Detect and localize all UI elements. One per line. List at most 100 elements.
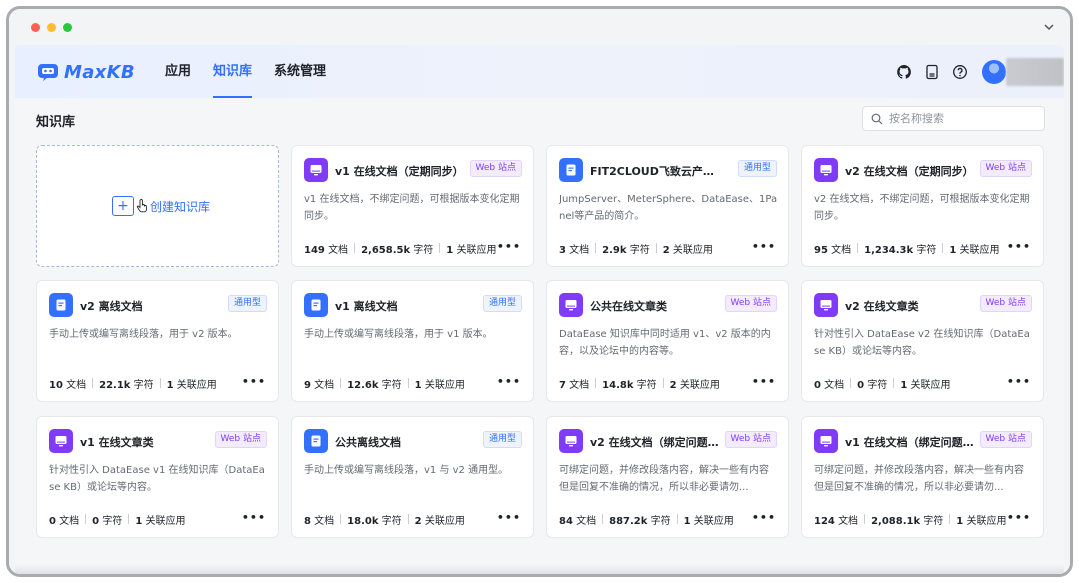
char-count: 887.2k 字符 [609,515,671,527]
knowledge-card-title: v1 在线文章类 [80,436,154,449]
knowledge-card[interactable]: v1 在线文章类 Web 站点 针对性引入 DataEase v1 在线知识库（… [36,416,279,538]
maximize-window-button[interactable] [63,23,72,32]
knowledge-card[interactable]: 公共在线文章类 Web 站点 DataEase 知识库中同时适用 v1、v2 版… [546,280,789,402]
help-icon[interactable] [952,64,968,80]
search-input[interactable] [889,112,1039,125]
brand-name: MaxKB [64,61,135,83]
nav-item-system[interactable]: 系统管理 [274,45,326,98]
robot-logo-icon [38,64,58,81]
knowledge-card-title: v2 离线文档 [80,300,143,313]
knowledge-type-badge: Web 站点 [979,160,1032,177]
document-icon[interactable] [924,64,940,80]
knowledge-card[interactable]: v2 在线文档（定期同步） Web 站点 v2 在线文档，不绑定问题，可根据版本… [801,145,1044,267]
more-options-icon[interactable]: ••• [242,376,266,388]
char-count: 22.1k 字符 [99,379,154,391]
header-actions [896,58,1064,86]
more-options-icon[interactable]: ••• [752,512,776,524]
knowledge-card-title: v1 在线文档（定期同步） [335,165,464,178]
knowledge-card[interactable]: v2 在线文档（绑定问题不... Web 站点 可绑定问题，并修改段落内容，解决… [546,416,789,538]
window-titlebar [9,9,1070,45]
brand-logo[interactable]: MaxKB [37,61,135,83]
knowledge-card-title: v2 在线文档（绑定问题不... [590,436,722,449]
doc-count: 9 文档 [304,379,335,391]
nav-item-knowledge[interactable]: 知识库 [213,45,253,98]
knowledge-card-description: 针对性引入 DataEase v2 在线知识库（DataEase KB）或论坛等… [814,329,1030,357]
char-count: 2,658.5k 字符 [361,244,434,256]
more-options-icon[interactable]: ••• [497,376,521,388]
stat-divider [942,243,944,253]
create-knowledge-label: 创建知识库 [150,199,211,214]
knowledge-card-stats: 149 文档 2,658.5k 字符 1 关联应用 [304,241,497,256]
more-options-icon[interactable]: ••• [242,512,266,524]
char-count: 2.9k 字符 [602,244,650,256]
more-options-icon[interactable]: ••• [1007,376,1031,388]
more-options-icon[interactable]: ••• [1007,512,1031,524]
knowledge-card-description: 可绑定问题，并修改段落内容，解决一些有内容但是回复不准确的情况，所以非必要请勿.… [559,465,769,493]
main-nav: 应用 知识库 系统管理 [165,45,348,98]
user-avatar[interactable] [982,60,1006,84]
stat-divider [340,514,342,524]
knowledge-card-description: JumpServer、MeterSphere、DataEase、1Panel等产… [559,194,778,222]
knowledge-card[interactable]: v1 在线文档（定期同步） Web 站点 v1 在线文档，不绑定问题，可根据版本… [291,145,534,267]
knowledge-card-title: 公共离线文档 [335,436,401,449]
knowledge-card-stats: 0 文档 0 字符 1 关联应用 [814,376,950,391]
linked-app-count: 1 关联应用 [166,379,217,391]
plus-icon: + [112,196,134,216]
linked-app-count: 2 关联应用 [414,515,465,527]
web-site-icon [559,429,583,453]
nav-item-apps[interactable]: 应用 [165,45,191,98]
more-options-icon[interactable]: ••• [752,241,776,253]
knowledge-card-title: v2 在线文档（定期同步） [845,165,974,178]
search-box[interactable] [862,106,1045,131]
chevron-down-icon[interactable] [1044,22,1054,32]
stat-divider [439,243,441,253]
browser-window: MaxKB 应用 知识库 系统管理 知识库 按名称搜索 + 创建知识库 v1 在… [6,6,1073,577]
user-name-redacted[interactable] [1006,58,1064,86]
create-knowledge-button[interactable]: + 创建知识库 [112,196,210,216]
knowledge-card-title: FIT2CLOUD飞致云产品简介 [590,165,722,178]
doc-count: 149 文档 [304,244,349,256]
knowledge-card[interactable]: v1 在线文档（绑定问题不同... Web 站点 可绑定问题，并修改段落内容，解… [801,416,1044,538]
github-icon[interactable] [896,64,912,80]
knowledge-card-description: 可绑定问题，并修改段落内容，解决一些有内容但是回复不准确的情况，所以非必要请勿.… [814,465,1024,493]
linked-app-count: 1 关联应用 [446,244,497,256]
doc-count: 0 文档 [814,379,845,391]
stat-divider [864,514,866,524]
more-options-icon[interactable]: ••• [752,376,776,388]
create-knowledge-card[interactable]: + 创建知识库 [36,145,279,267]
stat-divider [662,378,664,388]
stat-divider [595,243,597,253]
close-window-button[interactable] [31,23,40,32]
knowledge-card-title: 公共在线文章类 [590,300,667,313]
web-site-icon [814,158,838,182]
knowledge-card[interactable]: v2 在线文章类 Web 站点 针对性引入 DataEase v2 在线知识库（… [801,280,1044,402]
doc-count: 10 文档 [49,379,87,391]
more-options-icon[interactable]: ••• [497,241,521,253]
more-options-icon[interactable]: ••• [497,512,521,524]
char-count: 18.0k 字符 [347,515,402,527]
web-site-icon [814,293,838,317]
more-options-icon[interactable]: ••• [1007,241,1031,253]
knowledge-type-badge: Web 站点 [979,431,1032,448]
knowledge-type-badge: Web 站点 [214,431,267,448]
knowledge-card[interactable]: FIT2CLOUD飞致云产品简介 通用型 JumpServer、MeterSph… [546,145,789,267]
knowledge-card[interactable]: v2 离线文档 通用型 手动上传或编写离线段落，用于 v2 版本。 10 文档 … [36,280,279,402]
knowledge-card-stats: 7 文档 14.8k 字符 2 关联应用 [559,376,720,391]
char-count: 12.6k 字符 [347,379,402,391]
linked-app-count: 1 关联应用 [949,244,1000,256]
knowledge-card[interactable]: 公共离线文档 通用型 手动上传或编写离线段落，v1 与 v2 通用型。 8 文档… [291,416,534,538]
stat-divider [857,243,859,253]
knowledge-type-badge: Web 站点 [979,295,1032,312]
doc-count: 84 文档 [559,515,597,527]
app-root: MaxKB 应用 知识库 系统管理 知识库 按名称搜索 + 创建知识库 v1 在… [15,45,1064,574]
doc-count: 95 文档 [814,244,852,256]
knowledge-card-stats: 84 文档 887.2k 字符 1 关联应用 [559,512,734,527]
stat-divider [159,378,161,388]
doc-count: 8 文档 [304,515,335,527]
knowledge-card[interactable]: v1 离线文档 通用型 手动上传或编写离线段落，用于 v1 版本。 9 文档 1… [291,280,534,402]
general-document-icon [304,429,328,453]
char-count: 1,234.3k 字符 [864,244,937,256]
doc-count: 0 文档 [49,515,80,527]
char-count: 0 字符 [92,515,123,527]
minimize-window-button[interactable] [47,23,56,32]
